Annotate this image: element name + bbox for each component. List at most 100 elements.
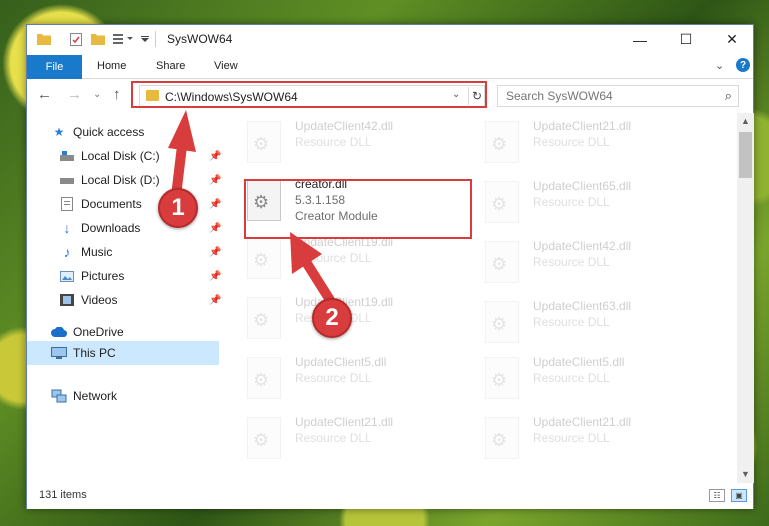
file-description: Resource DLL: [295, 251, 372, 265]
forward-arrow-icon[interactable]: →: [67, 86, 82, 103]
file-tile[interactable]: ⚙ UpdateClient5.dll Resource DLL: [461, 353, 691, 411]
search-input[interactable]: [506, 87, 706, 105]
file-tile[interactable]: ⚙ UpdateClient42.dll Resource DLL: [461, 237, 691, 295]
sidebar-item-local-disk-d[interactable]: Local Disk (D:) 📌: [59, 169, 221, 191]
help-icon[interactable]: ?: [736, 58, 750, 72]
cloud-icon: [51, 324, 67, 340]
file-tile[interactable]: ⚙ UpdateClient19.dll Resource DLL: [223, 233, 453, 291]
sidebar-item-onedrive[interactable]: OneDrive: [51, 321, 124, 343]
file-description: Resource DLL: [533, 255, 610, 269]
recent-locations-chevron-icon[interactable]: ⌄: [93, 89, 101, 100]
computer-icon: [51, 345, 67, 361]
dll-file-icon: ⚙: [485, 241, 519, 283]
sidebar-item-pictures[interactable]: Pictures 📌: [59, 265, 221, 287]
maximize-button[interactable]: ☐: [663, 25, 709, 54]
dll-file-icon: ⚙: [485, 181, 519, 223]
file-tile[interactable]: ⚙ UpdateClient65.dll Resource DLL: [461, 177, 691, 235]
folder-icon[interactable]: [35, 31, 53, 47]
sidebar-item-label: Quick access: [73, 125, 145, 139]
pin-icon[interactable]: 📌: [209, 223, 221, 234]
file-list: ⚙ UpdateClient42.dll Resource DLL ⚙ crea…: [223, 113, 737, 483]
sidebar-item-videos[interactable]: Videos 📌: [59, 289, 221, 311]
sidebar-item-label: Downloads: [81, 221, 141, 235]
file-name: UpdateClient63.dll: [533, 299, 632, 313]
file-tile[interactable]: ⚙ UpdateClient21.dll Resource DLL: [223, 413, 453, 471]
expand-ribbon-icon[interactable]: ⌄: [715, 59, 724, 72]
pictures-icon: [59, 268, 75, 284]
pin-icon[interactable]: 📌: [209, 199, 221, 210]
drive-icon: [59, 148, 75, 164]
details-view-icon[interactable]: ☷: [709, 489, 725, 502]
up-arrow-icon[interactable]: ↑: [113, 86, 121, 103]
minimize-button[interactable]: —: [617, 25, 663, 54]
search-box[interactable]: ⌕: [497, 85, 739, 107]
sidebar-item-label: Music: [81, 245, 113, 259]
address-bar-highlight: [131, 81, 487, 108]
sidebar-item-label: OneDrive: [73, 325, 124, 339]
sidebar-item-downloads[interactable]: ↓ Downloads 📌: [59, 217, 222, 239]
vertical-scrollbar[interactable]: ▲ ▼: [737, 113, 754, 483]
tab-share[interactable]: Share: [156, 60, 185, 72]
pin-icon[interactable]: 📌: [209, 151, 221, 162]
search-icon[interactable]: ⌕: [725, 88, 732, 104]
file-tile[interactable]: ⚙ UpdateClient63.dll Resource DLL: [461, 297, 691, 355]
title-bar: SysWOW64 — ☐ ✕: [27, 25, 753, 54]
navigation-pane: ★ Quick access Local Disk (C:) 📌 Local D…: [27, 113, 221, 483]
file-description: Resource DLL: [295, 135, 372, 149]
large-icons-view-icon[interactable]: ▣: [731, 489, 747, 502]
downloads-icon: ↓: [63, 220, 71, 236]
file-name: UpdateClient21.dll: [533, 119, 632, 133]
sidebar-item-label: This PC: [73, 346, 116, 360]
creator-dll-highlight: [244, 179, 472, 239]
tab-view[interactable]: View: [214, 60, 238, 72]
new-folder-icon[interactable]: [89, 31, 107, 47]
pin-icon[interactable]: 📌: [209, 295, 221, 306]
file-tile[interactable]: ⚙ UpdateClient5.dll Resource DLL: [223, 353, 453, 411]
file-tile[interactable]: ⚙ UpdateClient21.dll Resource DLL: [461, 117, 691, 175]
documents-icon: [59, 196, 75, 212]
customize-quick-access-icon[interactable]: [111, 31, 137, 47]
sidebar-item-this-pc[interactable]: This PC: [27, 341, 219, 365]
back-arrow-icon[interactable]: ←: [37, 86, 52, 103]
tab-file[interactable]: File: [27, 55, 82, 79]
dll-file-icon: ⚙: [485, 121, 519, 163]
sidebar-item-music[interactable]: ♪ Music 📌: [59, 241, 222, 263]
file-tile[interactable]: ⚙ UpdateClient42.dll Resource DLL: [223, 117, 453, 175]
scroll-thumb[interactable]: [739, 132, 752, 178]
scroll-down-icon[interactable]: ▼: [737, 466, 754, 483]
file-tile[interactable]: ⚙ UpdateClient21.dll Resource DLL: [461, 413, 691, 471]
sidebar-item-local-disk-c[interactable]: Local Disk (C:) 📌: [59, 145, 221, 167]
dll-file-icon: ⚙: [485, 357, 519, 399]
dll-file-icon: ⚙: [247, 237, 281, 279]
sidebar-item-network[interactable]: Network: [51, 385, 117, 407]
pin-icon[interactable]: 📌: [209, 271, 221, 282]
videos-icon: [59, 292, 75, 308]
sidebar-item-label: Network: [73, 389, 118, 403]
file-description: Resource DLL: [533, 371, 610, 385]
drive-icon: [59, 172, 75, 188]
window-title: SysWOW64: [167, 32, 233, 46]
status-bar: 131 items ☷ ▣: [27, 483, 753, 509]
file-name: UpdateClient5.dll: [295, 355, 387, 369]
close-button[interactable]: ✕: [709, 25, 755, 54]
scroll-up-icon[interactable]: ▲: [737, 113, 754, 130]
sidebar-item-label: Videos: [81, 293, 118, 307]
quick-access-dropdown-icon[interactable]: [139, 31, 151, 47]
file-description: Resource DLL: [295, 431, 372, 445]
pin-icon[interactable]: 📌: [209, 247, 221, 258]
dll-file-icon: ⚙: [485, 417, 519, 459]
tab-home[interactable]: Home: [97, 60, 126, 72]
step-badge-2: 2: [312, 298, 352, 338]
dll-file-icon: ⚙: [485, 301, 519, 343]
sidebar-item-quick-access[interactable]: ★ Quick access: [51, 121, 145, 143]
pin-icon[interactable]: 📌: [209, 175, 221, 186]
file-name: UpdateClient5.dll: [533, 355, 625, 369]
title-separator: [155, 31, 156, 47]
file-description: Resource DLL: [533, 315, 610, 329]
dll-file-icon: ⚙: [247, 357, 281, 399]
file-description: Resource DLL: [533, 431, 610, 445]
file-description: Resource DLL: [533, 195, 610, 209]
properties-icon[interactable]: [67, 31, 85, 47]
file-name: UpdateClient65.dll: [533, 179, 632, 193]
dll-file-icon: ⚙: [247, 417, 281, 459]
